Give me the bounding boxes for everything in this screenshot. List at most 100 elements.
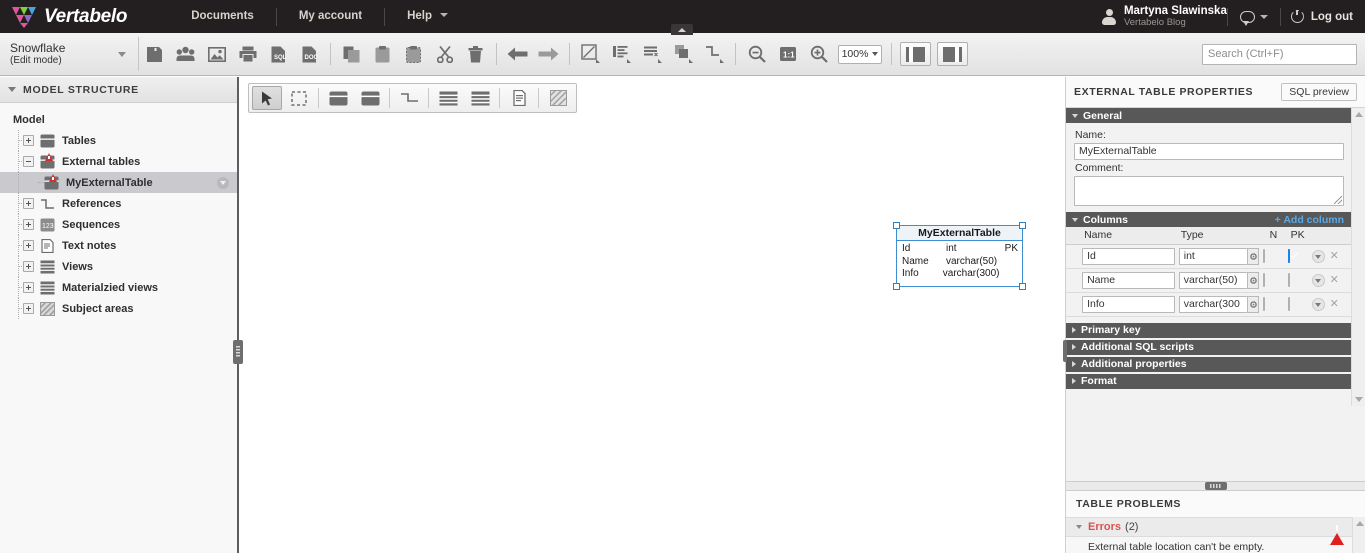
paste-button[interactable] bbox=[367, 39, 398, 69]
row-menu-icon[interactable] bbox=[1311, 250, 1325, 264]
cut-button[interactable] bbox=[429, 39, 460, 69]
feedback-button[interactable] bbox=[1228, 0, 1280, 33]
toggle-right-panel-button[interactable] bbox=[937, 42, 968, 66]
resize-grip-icon[interactable] bbox=[1334, 196, 1342, 204]
section-format[interactable]: Format bbox=[1066, 373, 1352, 389]
delete-row-icon[interactable]: ✕ bbox=[1330, 298, 1339, 310]
gear-icon[interactable] bbox=[1246, 295, 1260, 313]
problems-scrollbar[interactable] bbox=[1352, 517, 1365, 553]
expand-toggle-icon[interactable] bbox=[23, 135, 34, 146]
expand-toggle-icon[interactable] bbox=[23, 261, 34, 272]
pointer-tool[interactable] bbox=[252, 86, 282, 110]
column-name-input[interactable]: Info bbox=[1082, 295, 1175, 313]
scroll-up-icon[interactable] bbox=[1353, 517, 1365, 530]
section-primary-key[interactable]: Primary key bbox=[1066, 322, 1352, 338]
row-menu-icon[interactable] bbox=[1311, 274, 1325, 288]
section-additional-sql-scripts[interactable]: Additional SQL scripts bbox=[1066, 339, 1352, 355]
section-additional-properties[interactable]: Additional properties bbox=[1066, 356, 1352, 372]
table-row[interactable]: Id int ✕ bbox=[1066, 244, 1352, 269]
sidebar-item-sequences[interactable]: 123 Sequences bbox=[0, 214, 237, 235]
add-text-note-tool[interactable] bbox=[504, 86, 534, 110]
sidebar-item-tables[interactable]: Tables bbox=[0, 130, 237, 151]
table-row[interactable]: Name varchar(50) ✕ bbox=[1066, 268, 1352, 293]
scroll-up-icon[interactable] bbox=[1352, 108, 1365, 121]
add-materialized-view-tool[interactable] bbox=[465, 86, 495, 110]
collapse-toggle-icon[interactable] bbox=[23, 156, 34, 167]
item-context-menu-icon[interactable] bbox=[217, 176, 229, 189]
line-style-button[interactable] bbox=[575, 39, 606, 69]
comment-textarea[interactable] bbox=[1074, 176, 1344, 206]
resize-handle-sw[interactable] bbox=[893, 283, 900, 290]
section-columns-header[interactable]: Columns + Add column bbox=[1066, 212, 1352, 227]
delete-row-icon[interactable]: ✕ bbox=[1330, 274, 1339, 286]
sidebar-splitter-handle[interactable] bbox=[233, 340, 243, 364]
column-type-input[interactable]: varchar(300 bbox=[1178, 295, 1247, 313]
sidebar-item-subject-areas[interactable]: Subject areas bbox=[0, 298, 237, 319]
logout-button[interactable]: Log out bbox=[1281, 0, 1353, 33]
delete-button[interactable] bbox=[460, 39, 491, 69]
sidebar-item-references[interactable]: References bbox=[0, 193, 237, 214]
connector-style-button[interactable] bbox=[699, 39, 730, 69]
add-reference-tool[interactable] bbox=[394, 86, 424, 110]
diagram-canvas[interactable]: MyExternalTable Id int PK Name varchar(5… bbox=[240, 77, 1063, 553]
pk-checkbox[interactable] bbox=[1287, 297, 1290, 311]
add-view-tool[interactable] bbox=[433, 86, 463, 110]
share-button[interactable] bbox=[170, 39, 201, 69]
text-format-button[interactable] bbox=[637, 39, 668, 69]
properties-scrollbar[interactable] bbox=[1351, 108, 1365, 406]
generate-doc-button[interactable]: DOC bbox=[294, 39, 325, 69]
copy-button[interactable] bbox=[336, 39, 367, 69]
expand-toggle-icon[interactable] bbox=[23, 303, 34, 314]
row-drag-handle[interactable] bbox=[1066, 244, 1081, 269]
marquee-select-tool[interactable] bbox=[284, 86, 314, 110]
model-structure-header[interactable]: MODEL STRUCTURE bbox=[0, 77, 237, 103]
errors-section-header[interactable]: Errors (2) bbox=[1066, 517, 1365, 545]
redo-button[interactable] bbox=[533, 39, 564, 69]
nullable-checkbox[interactable] bbox=[1263, 249, 1266, 263]
gear-icon[interactable] bbox=[1246, 247, 1260, 265]
sidebar-item-external-tables[interactable]: External tables bbox=[0, 151, 237, 172]
tree-root-model[interactable]: Model bbox=[0, 111, 237, 130]
zoom-in-button[interactable] bbox=[803, 39, 834, 69]
sidebar-item-myexternaltable[interactable]: MyExternalTable bbox=[0, 172, 237, 193]
entity-myexternaltable[interactable]: MyExternalTable Id int PK Name varchar(5… bbox=[893, 222, 1026, 290]
column-name-input[interactable]: Id bbox=[1082, 247, 1175, 265]
table-row[interactable]: Info varchar(300 ✕ bbox=[1066, 292, 1352, 317]
nav-help[interactable]: Help bbox=[385, 0, 470, 33]
model-selector[interactable]: Snowflake (Edit mode) bbox=[6, 37, 139, 71]
panel-splitter-handle[interactable] bbox=[1066, 481, 1365, 491]
zoom-actual-button[interactable]: 1:1 bbox=[772, 39, 803, 69]
collapse-header-tab[interactable] bbox=[671, 24, 693, 35]
nullable-checkbox[interactable] bbox=[1263, 273, 1266, 287]
column-name-input[interactable]: Name bbox=[1082, 271, 1175, 289]
nullable-checkbox[interactable] bbox=[1263, 297, 1266, 311]
undo-button[interactable] bbox=[502, 39, 533, 69]
column-type-input[interactable]: int bbox=[1178, 247, 1247, 265]
toggle-left-panel-button[interactable] bbox=[900, 42, 931, 66]
expand-toggle-icon[interactable] bbox=[23, 240, 34, 251]
expand-toggle-icon[interactable] bbox=[23, 282, 34, 293]
pk-checkbox[interactable] bbox=[1287, 273, 1290, 287]
add-external-table-tool[interactable] bbox=[355, 86, 385, 110]
paste-special-button[interactable] bbox=[398, 39, 429, 69]
user-menu[interactable]: Martyna Slawinska Vertabelo Blog bbox=[1102, 5, 1227, 28]
generate-sql-button[interactable]: SQL bbox=[263, 39, 294, 69]
row-drag-handle[interactable] bbox=[1066, 268, 1081, 293]
add-table-tool[interactable] bbox=[323, 86, 353, 110]
brand-logo[interactable]: Vertabelo bbox=[12, 6, 127, 28]
zoom-out-button[interactable] bbox=[741, 39, 772, 69]
properties-splitter-handle[interactable] bbox=[1063, 340, 1067, 362]
name-input[interactable]: MyExternalTable bbox=[1074, 143, 1344, 160]
add-subject-area-tool[interactable] bbox=[543, 86, 573, 110]
zoom-level-select[interactable]: 100% bbox=[838, 44, 882, 64]
sql-preview-button[interactable]: SQL preview bbox=[1281, 83, 1357, 101]
expand-toggle-icon[interactable] bbox=[23, 198, 34, 209]
save-button[interactable] bbox=[139, 39, 170, 69]
gear-icon[interactable] bbox=[1246, 271, 1260, 289]
arrange-button[interactable] bbox=[668, 39, 699, 69]
pk-checkbox[interactable] bbox=[1287, 249, 1290, 263]
sidebar-item-text-notes[interactable]: Text notes bbox=[0, 235, 237, 256]
resize-handle-ne[interactable] bbox=[1019, 222, 1026, 229]
resize-handle-se[interactable] bbox=[1019, 283, 1026, 290]
sidebar-item-materialized-views[interactable]: Materialzied views bbox=[0, 277, 237, 298]
